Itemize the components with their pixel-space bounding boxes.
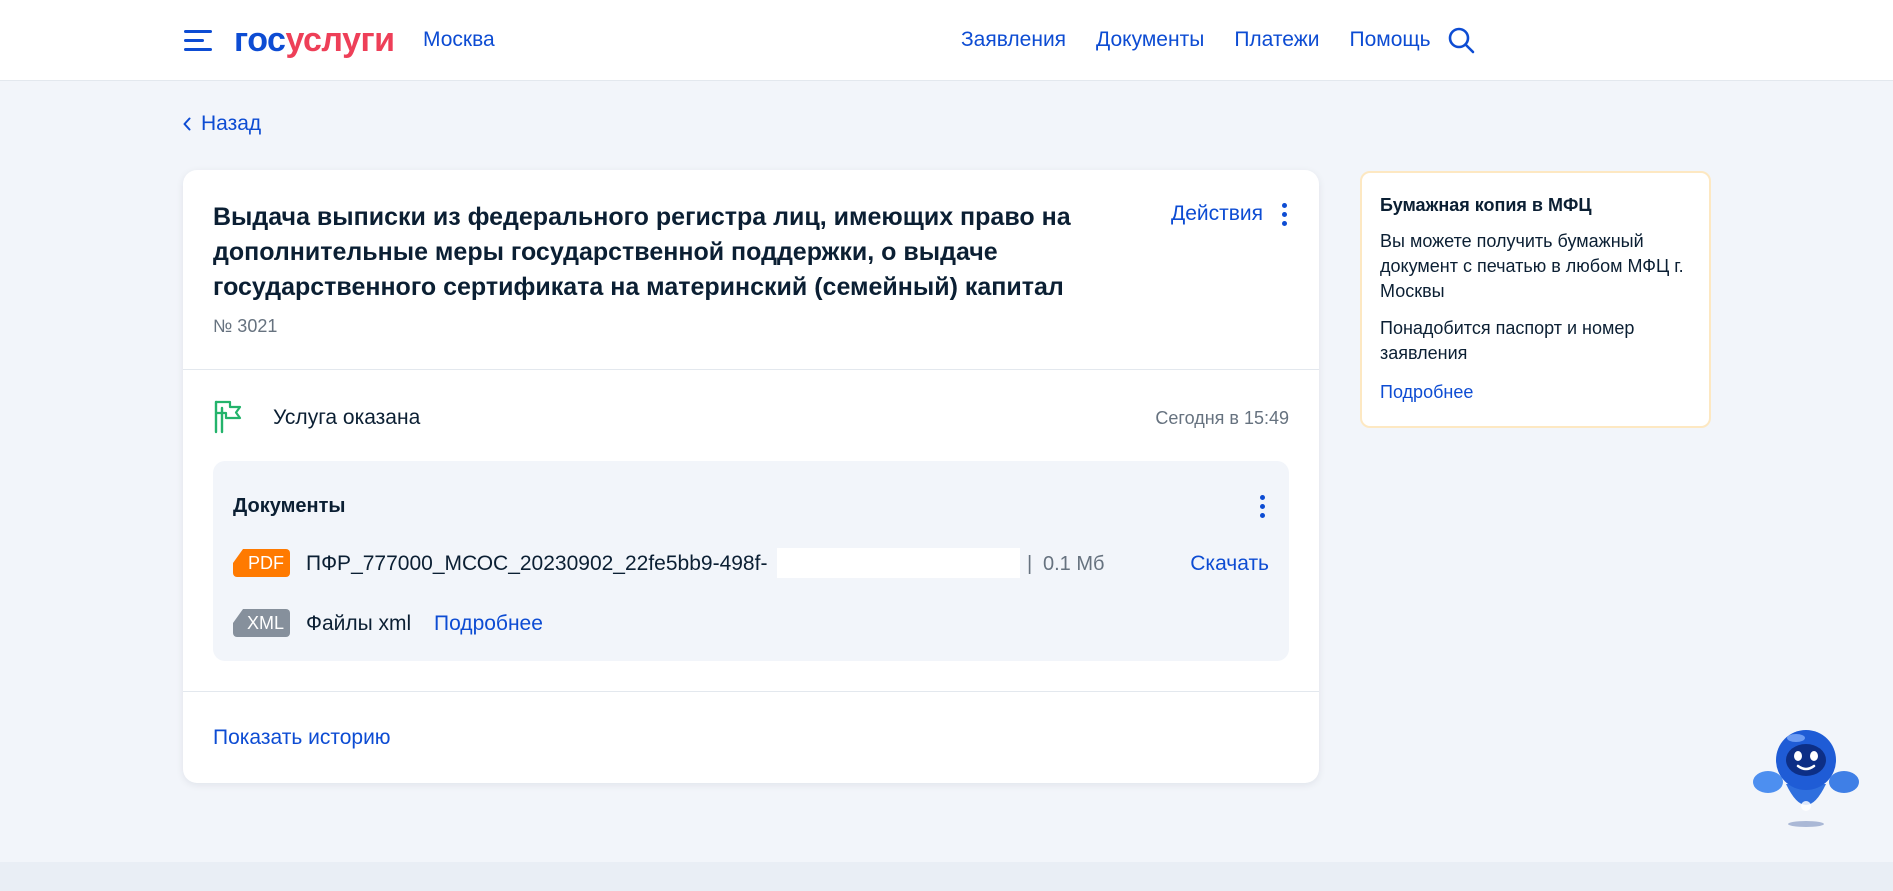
documents-title: Документы bbox=[233, 495, 346, 517]
download-button[interactable]: Скачать bbox=[1190, 551, 1269, 577]
paper-copy-more-link[interactable]: Подробнее bbox=[1380, 380, 1691, 404]
flag-icon bbox=[214, 400, 242, 434]
status-row: Услуга оказана Сегодня в 15:49 bbox=[213, 400, 1289, 436]
document-row-pdf: PDF ПФР_777000_МСОС_20230902_22fe5bb9-49… bbox=[233, 547, 1269, 579]
paper-copy-title: Бумажная копия в МФЦ bbox=[1380, 195, 1592, 215]
nav-applications[interactable]: Заявления bbox=[961, 27, 1066, 53]
status-time: Сегодня в 15:49 bbox=[1155, 408, 1289, 428]
status-text: Услуга оказана bbox=[273, 406, 421, 429]
document-row-xml: XML Файлы xml Подробнее bbox=[233, 607, 1269, 639]
more-vertical-icon bbox=[1279, 202, 1289, 226]
nav-documents[interactable]: Документы bbox=[1096, 27, 1204, 53]
xml-more-link[interactable]: Подробнее bbox=[434, 611, 543, 637]
divider bbox=[183, 369, 1319, 370]
paper-copy-requirements: Понадобится паспорт и номер заявления bbox=[1380, 318, 1635, 363]
application-number: № 3021 bbox=[213, 316, 278, 336]
more-vertical-icon[interactable] bbox=[1257, 495, 1267, 518]
pdf-badge-icon: PDF bbox=[233, 549, 290, 577]
footer-band bbox=[0, 862, 1893, 891]
pdf-file-size: 0.1 Мб bbox=[1043, 553, 1105, 575]
divider bbox=[183, 691, 1319, 692]
xml-files-label: Файлы xml bbox=[306, 612, 412, 635]
logo-part-gos: гос bbox=[234, 21, 286, 59]
robot-assistant-icon[interactable] bbox=[1752, 722, 1860, 830]
size-separator: | bbox=[1027, 553, 1033, 575]
paper-copy-text: Вы можете получить бумажный документ с п… bbox=[1380, 231, 1684, 301]
top-navigation: Заявления Документы Платежи Помощь bbox=[961, 27, 1431, 53]
pdf-file-name: ПФР_777000_МСОС_20230902_22fe5bb9-498f- bbox=[306, 552, 768, 575]
application-card: Выдача выписки из федерального регистра … bbox=[183, 170, 1319, 783]
nav-help[interactable]: Помощь bbox=[1349, 27, 1430, 53]
menu-icon[interactable] bbox=[184, 29, 212, 53]
logo-part-uslugi: услуги bbox=[285, 21, 395, 59]
application-title: Выдача выписки из федерального регистра … bbox=[213, 203, 1071, 301]
redacted-area bbox=[777, 548, 1020, 578]
back-link[interactable]: Назад bbox=[183, 111, 261, 137]
nav-payments[interactable]: Платежи bbox=[1234, 27, 1319, 53]
header: госуслуги Москва Заявления Документы Пла… bbox=[0, 0, 1893, 81]
back-label: Назад bbox=[201, 112, 262, 135]
logo[interactable]: госуслуги bbox=[234, 20, 395, 60]
show-history-link[interactable]: Показать историю bbox=[213, 725, 391, 751]
documents-block: Документы PDF ПФР_777000_МСОС_20230902_2… bbox=[213, 461, 1289, 661]
search-icon[interactable] bbox=[1447, 26, 1475, 54]
actions-button[interactable]: Действия bbox=[1171, 200, 1289, 228]
paper-copy-card: Бумажная копия в МФЦ Вы можете получить … bbox=[1360, 171, 1711, 428]
actions-label: Действия bbox=[1170, 202, 1263, 225]
city-selector[interactable]: Москва bbox=[423, 27, 495, 53]
xml-badge-icon: XML bbox=[233, 609, 290, 637]
chevron-left-icon bbox=[183, 117, 191, 131]
